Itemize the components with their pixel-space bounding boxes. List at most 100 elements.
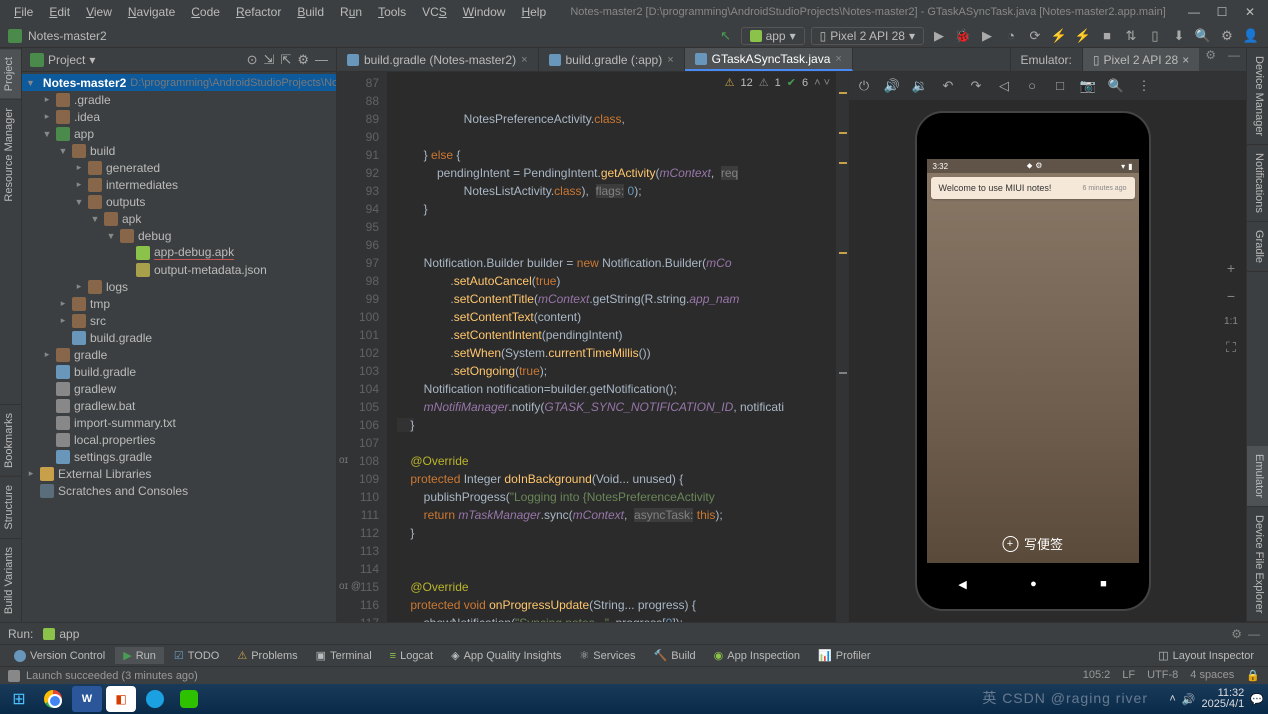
close-icon[interactable]: × [521, 54, 527, 66]
select-opened-file-icon[interactable]: ⊙ [247, 52, 258, 68]
zoom-fit-label[interactable]: 1:1 [1224, 316, 1238, 327]
tab-build-variants[interactable]: Build Variants [0, 538, 21, 622]
tab-logcat[interactable]: ≡Logcat [382, 648, 441, 664]
tree-item[interactable]: ▸gradle [22, 346, 336, 363]
close-icon[interactable]: × [667, 54, 673, 66]
external-libraries[interactable]: ▸ External Libraries [22, 465, 336, 482]
file-encoding[interactable]: UTF-8 [1147, 669, 1178, 682]
tab-build[interactable]: 🔨Build [645, 647, 703, 664]
stop-button[interactable]: ■ [1098, 27, 1116, 45]
maximize-button[interactable]: ☐ [1212, 5, 1232, 19]
tree-item[interactable]: ▼app [22, 125, 336, 142]
project-view-dropdown[interactable]: Project ▾ [30, 53, 95, 67]
taskbar-app1[interactable]: ◧ [106, 686, 136, 712]
minimize-button[interactable]: — [1184, 5, 1204, 19]
code-editor[interactable]: ⚠12 ⚠1 ✔6 ˄ ˅ NotesPreferenceActivity.cl… [387, 72, 836, 622]
tray-network-icon[interactable]: 🔊 [1182, 693, 1196, 706]
nav-back-icon[interactable]: ◀ [958, 578, 966, 591]
coverage-button[interactable]: ▶ [978, 27, 996, 45]
debug-button[interactable]: 🐞 [954, 27, 972, 45]
emulator-device-tab[interactable]: ▯ Pixel 2 API 28 × [1082, 48, 1199, 71]
search-button[interactable]: 🔍 [1194, 27, 1212, 45]
volume-down-icon[interactable]: 🔉 [911, 77, 929, 95]
avd-manager-button[interactable]: ▯ [1146, 27, 1164, 45]
back-arrow-icon[interactable]: ↖ [717, 27, 735, 45]
rotate-right-icon[interactable]: ↷ [967, 77, 985, 95]
tab-terminal[interactable]: ▣Terminal [308, 647, 380, 664]
tree-item[interactable]: ▼outputs [22, 193, 336, 210]
tree-item[interactable]: app-debug.apk [22, 244, 336, 261]
tree-item[interactable]: local.properties [22, 431, 336, 448]
tab-gradle[interactable]: Gradle [1247, 222, 1268, 272]
tab-structure[interactable]: Structure [0, 476, 21, 538]
hide-panel-icon[interactable]: — [1248, 627, 1260, 641]
tab-app-inspection[interactable]: ◉App Inspection [706, 647, 808, 664]
tree-item[interactable]: ▸src [22, 312, 336, 329]
tray-date[interactable]: 2025/4/1 [1201, 699, 1244, 710]
tree-root[interactable]: ▼ Notes-master2 D:\programming\AndroidSt… [22, 74, 336, 91]
taskbar-app2[interactable] [140, 686, 170, 712]
start-button[interactable]: ⊞ [4, 686, 34, 712]
zoom-out-icon[interactable]: − [1227, 288, 1235, 304]
close-icon[interactable]: × [1182, 53, 1189, 67]
tab-profiler[interactable]: 📊Profiler [810, 647, 879, 664]
home-icon[interactable]: ○ [1023, 77, 1041, 95]
user-icon[interactable]: 👤 [1242, 27, 1260, 45]
tree-item[interactable]: gradlew.bat [22, 397, 336, 414]
tray-notifications-icon[interactable]: 💬 [1250, 693, 1264, 706]
menu-refactor[interactable]: Refactor [230, 3, 287, 21]
indent-setting[interactable]: 4 spaces [1190, 669, 1234, 682]
tab-layout-inspector[interactable]: ◫Layout Inspector [1150, 647, 1262, 664]
apply-changes-button[interactable]: ⚡ [1050, 27, 1068, 45]
status-icon[interactable] [8, 670, 20, 682]
back-icon[interactable]: ◁ [995, 77, 1013, 95]
tab-problems[interactable]: ⚠Problems [229, 647, 305, 664]
menu-window[interactable]: Window [457, 3, 512, 21]
profile-button[interactable]: ◔ [1002, 27, 1020, 45]
tree-item[interactable]: ▸intermediates [22, 176, 336, 193]
menu-vcs[interactable]: VCS [416, 3, 453, 21]
tab-device-file-explorer[interactable]: Device File Explorer [1247, 507, 1268, 622]
sync-gradle-button[interactable]: ⇅ [1122, 27, 1140, 45]
zoom-in-icon[interactable]: + [1227, 260, 1235, 276]
editor-scrollbar[interactable] [836, 72, 848, 622]
panel-settings-icon[interactable]: ⚙ [1231, 627, 1242, 641]
editor-gutter[interactable]: 8788899091929394959697989910010110210310… [337, 72, 387, 622]
project-tree[interactable]: ▼ Notes-master2 D:\programming\AndroidSt… [22, 72, 336, 622]
scratches-consoles[interactable]: Scratches and Consoles [22, 482, 336, 499]
tab-device-manager[interactable]: Device Manager [1247, 48, 1268, 145]
hide-panel-icon[interactable]: — [315, 52, 328, 68]
tab-run[interactable]: ▶Run [115, 647, 164, 664]
tree-item[interactable]: ▼build [22, 142, 336, 159]
breadcrumb[interactable]: Notes-master2 [28, 29, 107, 43]
emulator-screen[interactable]: 3:32 ⬥⚙ ▾▮ Welcome to use MIUI notes! 6 … [849, 100, 1216, 622]
device-selector[interactable]: ▯ Pixel 2 API 28 ▾ [811, 27, 924, 45]
menu-run[interactable]: Run [334, 3, 368, 21]
tree-item[interactable]: gradlew [22, 380, 336, 397]
tree-item[interactable]: output-metadata.json [22, 261, 336, 278]
menu-edit[interactable]: Edit [43, 3, 76, 21]
menu-tools[interactable]: Tools [372, 3, 412, 21]
tab-app-quality[interactable]: ◈App Quality Insights [443, 647, 569, 664]
menu-navigate[interactable]: Navigate [122, 3, 181, 21]
menu-build[interactable]: Build [291, 3, 330, 21]
emulator-tab-label[interactable]: Emulator: [1010, 48, 1082, 71]
attach-debugger-button[interactable]: ⟳ [1026, 27, 1044, 45]
nav-overview-icon[interactable]: ■ [1100, 578, 1107, 590]
apply-code-button[interactable]: ⚡ [1074, 27, 1092, 45]
sdk-manager-button[interactable]: ⬇ [1170, 27, 1188, 45]
hide-panel-icon[interactable]: — [1222, 48, 1246, 71]
panel-settings-icon[interactable]: ⚙ [297, 52, 309, 68]
compose-note-button[interactable]: + 写便签 [1002, 534, 1063, 553]
editor-tab[interactable]: GTaskASyncTask.java× [685, 48, 853, 71]
volume-up-icon[interactable]: 🔊 [883, 77, 901, 95]
tab-bookmarks[interactable]: Bookmarks [0, 404, 21, 476]
tab-resource-manager[interactable]: Resource Manager [0, 99, 21, 210]
run-button[interactable]: ▶ [930, 27, 948, 45]
close-button[interactable]: ✕ [1240, 5, 1260, 19]
panel-settings-icon[interactable]: ⚙ [1199, 48, 1222, 71]
tree-item[interactable]: ▸logs [22, 278, 336, 295]
tree-item[interactable]: ▸tmp [22, 295, 336, 312]
editor-tab[interactable]: build.gradle (Notes-master2)× [337, 48, 539, 71]
zoom-icon[interactable]: 🔍 [1107, 77, 1125, 95]
